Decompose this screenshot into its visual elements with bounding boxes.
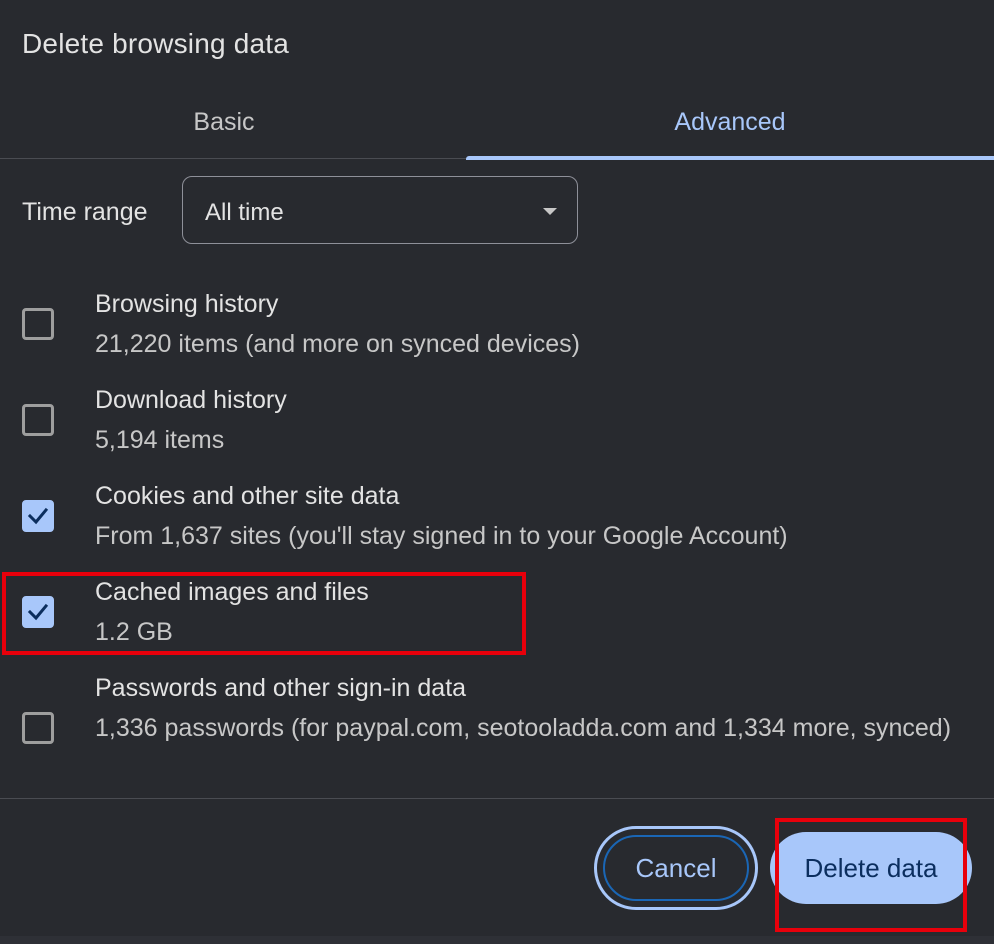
time-range-value: All time <box>205 199 284 226</box>
delete-data-button-label: Delete data <box>804 852 938 883</box>
tab-basic-label: Basic <box>193 107 255 136</box>
cancel-button[interactable]: Cancel <box>594 826 758 910</box>
tab-bar: Basic Advanced <box>0 86 994 160</box>
dialog-title: Delete browsing data <box>22 28 290 59</box>
list-item-download-history: Download history 5,194 items <box>0 380 994 470</box>
item-subtitle: 1.2 GB <box>95 618 173 646</box>
bottom-edge <box>0 936 994 944</box>
tab-advanced[interactable]: Advanced <box>466 86 994 160</box>
item-subtitle: 5,194 items <box>95 426 225 454</box>
item-title: Passwords and other sign-in data <box>95 674 467 702</box>
dropdown-arrow-icon <box>543 208 557 215</box>
cancel-button-label: Cancel <box>635 852 717 883</box>
item-title: Cached images and files <box>95 578 369 606</box>
active-tab-indicator <box>466 156 994 160</box>
tab-basic[interactable]: Basic <box>0 86 448 158</box>
tab-advanced-label: Advanced <box>674 107 786 136</box>
item-subtitle: From 1,637 sites (you'll stay signed in … <box>95 522 788 550</box>
item-subtitle: 1,336 passwords (for paypal.com, seotool… <box>95 714 952 742</box>
time-range-select[interactable]: All time <box>182 176 578 244</box>
checkmark-icon <box>27 603 49 621</box>
item-title: Cookies and other site data <box>95 482 400 510</box>
checkbox-cached-images[interactable] <box>22 596 54 628</box>
delete-data-button[interactable]: Delete data <box>770 832 972 904</box>
footer-divider <box>0 798 994 799</box>
checkbox-browsing-history[interactable] <box>22 308 54 340</box>
list-item-cookies: Cookies and other site data From 1,637 s… <box>0 476 994 566</box>
item-subtitle: 21,220 items (and more on synced devices… <box>95 330 580 358</box>
list-item-browsing-history: Browsing history 21,220 items (and more … <box>0 284 994 374</box>
checkmark-icon <box>27 507 49 525</box>
list-item-cached-images: Cached images and files 1.2 GB <box>0 572 994 662</box>
delete-browsing-data-dialog: Delete browsing data Basic Advanced Time… <box>0 0 994 936</box>
checkbox-passwords[interactable] <box>22 712 54 744</box>
item-title: Browsing history <box>95 290 279 318</box>
checkbox-cookies[interactable] <box>22 500 54 532</box>
item-title: Download history <box>95 386 287 414</box>
list-item-passwords: Passwords and other sign-in data 1,336 p… <box>0 668 994 794</box>
checkbox-download-history[interactable] <box>22 404 54 436</box>
time-range-label: Time range <box>22 198 148 226</box>
